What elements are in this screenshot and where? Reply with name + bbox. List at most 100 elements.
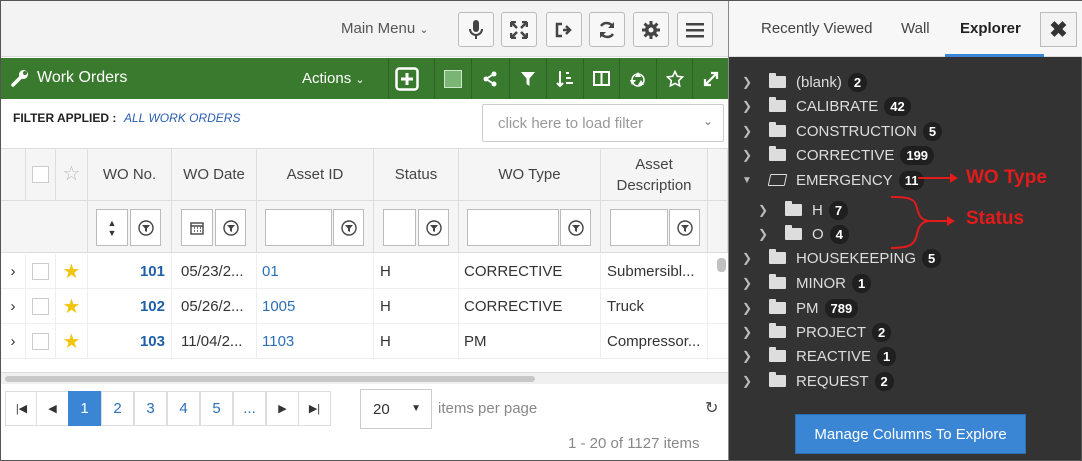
page-5-button[interactable]: 5 [200,391,233,426]
row-checkbox[interactable] [32,333,49,350]
page-3-button[interactable]: 3 [134,391,167,426]
first-page-button[interactable]: |◀ [5,391,38,426]
horizontal-scrollbar[interactable] [1,372,728,384]
refresh-button[interactable] [589,12,625,47]
tab-recently-viewed[interactable]: Recently Viewed [761,20,872,37]
hamburger-menu-button[interactable] [677,12,713,47]
color-toggle-button[interactable] [434,58,470,99]
actions-dropdown[interactable]: Actions ⌄ [302,70,365,87]
add-button[interactable] [388,58,424,99]
filter-operator-button[interactable] [418,209,449,246]
wo-number[interactable]: 102 [88,289,172,324]
fullscreen-button[interactable] [501,12,537,47]
asset-id-filter-input[interactable] [265,209,332,246]
star-filled-icon[interactable]: ★ [56,254,88,289]
close-panel-button[interactable]: ✖ [1040,12,1077,47]
tree-item-status-o[interactable]: ❯ O 4 [757,222,849,246]
expand-icon [703,71,718,86]
asset-description-filter-input[interactable] [610,209,668,246]
next-page-icon: ▶ [278,403,287,415]
table-row[interactable]: › ★ 103 11/04/2... 1103 H PM Compressor.… [1,324,728,359]
filter-button[interactable] [509,58,545,99]
tree-item-blank[interactable]: ❯ (blank) 2 [741,70,868,94]
tree-item-status-h[interactable]: ❯ H 7 [757,198,849,222]
wo-number[interactable]: 101 [88,254,172,289]
load-filter-dropdown[interactable]: click here to load filter ⌄ [482,104,724,142]
column-header-wo-date[interactable]: WO Date [172,148,257,201]
chevron-down-icon: ⌄ [419,24,429,36]
expand-row-chevron-icon[interactable]: › [1,324,26,359]
more-pages-button[interactable]: ... [233,391,266,426]
last-page-button[interactable]: ▶| [298,391,331,426]
filter-operator-button[interactable] [560,209,591,246]
manage-columns-button[interactable]: Manage Columns To Explore [795,414,1026,454]
filter-operator-button[interactable] [333,209,364,246]
tree-item-calibrate[interactable]: ❯ CALIBRATE 42 [741,94,911,118]
filter-operator-button[interactable] [669,209,700,246]
tab-explorer[interactable]: Explorer [960,20,1021,37]
recycle-button[interactable] [619,58,655,99]
row-checkbox[interactable] [32,263,49,280]
page-4-button[interactable]: 4 [167,391,200,426]
items-per-page-select[interactable]: 20 ▼ [360,389,432,429]
vertical-scrollbar[interactable] [717,258,726,272]
asset-id-link[interactable]: 1103 [257,324,374,359]
main-menu-dropdown[interactable]: Main Menu ⌄ [341,20,429,37]
refresh-icon [599,21,615,38]
tree-item-label: CONSTRUCTION [796,122,917,140]
tree-item-project[interactable]: ❯ PROJECT 2 [741,320,892,344]
wo-type-filter-input[interactable] [467,209,559,246]
row-checkbox[interactable] [32,298,49,315]
grid-refresh-icon[interactable]: ↻ [705,398,718,418]
settings-button[interactable] [633,12,669,47]
column-header-asset-id[interactable]: Asset ID [257,148,374,201]
row-checkbox-cell[interactable] [26,254,56,289]
column-header-asset-description[interactable]: Asset Description [601,148,708,201]
column-header-wo-type[interactable]: WO Type [459,148,601,201]
table-row[interactable]: › ★ 101 05/23/2... 01 H CORRECTIVE Subme… [1,254,728,289]
table-row[interactable]: › ★ 102 05/26/2... 1005 H CORRECTIVE Tru… [1,289,728,324]
tree-item-label: REACTIVE [796,347,872,365]
column-header-wo-no[interactable]: WO No. [88,148,172,201]
row-checkbox-cell[interactable] [26,289,56,324]
select-all-checkbox[interactable] [32,166,49,183]
filter-operator-button[interactable] [130,209,161,246]
status-filter-input[interactable] [383,209,416,246]
select-all-header[interactable] [26,148,56,201]
filter-operator-button[interactable] [215,209,246,246]
sort-button[interactable] [546,58,582,99]
share-button[interactable] [471,58,507,99]
wo-number[interactable]: 103 [88,324,172,359]
expand-row-chevron-icon[interactable]: › [1,254,26,289]
page-1-button[interactable]: 1 [68,391,101,426]
filter-circle-icon [425,219,442,236]
column-header-status[interactable]: Status [374,148,459,201]
expand-row-chevron-icon[interactable]: › [1,289,26,324]
tree-item-construction[interactable]: ❯ CONSTRUCTION 5 [741,119,943,143]
tree-item-minor[interactable]: ❯ MINOR 1 [741,271,872,295]
tree-item-emergency[interactable]: ▼ EMERGENCY 11 [741,168,925,192]
next-page-button[interactable]: ▶ [266,391,299,426]
star-filled-icon[interactable]: ★ [56,324,88,359]
sign-out-button[interactable] [546,12,582,47]
tree-item-corrective[interactable]: ❯ CORRECTIVE 199 [741,143,935,167]
wo-no-stepper[interactable]: ▲ ▼ [96,209,128,246]
filter-applied-value[interactable]: ALL WORK ORDERS [124,111,240,125]
asset-id-link[interactable]: 1005 [257,289,374,324]
tree-item-reactive[interactable]: ❯ REACTIVE 1 [741,344,897,368]
microphone-button[interactable] [458,12,494,47]
prev-page-button[interactable]: ◀ [36,391,69,426]
expand-button[interactable] [692,58,728,99]
row-checkbox-cell[interactable] [26,324,56,359]
chevron-right-icon: ❯ [741,124,753,138]
asset-id-link[interactable]: 01 [257,254,374,289]
tab-wall[interactable]: Wall [901,20,930,37]
date-picker-button[interactable] [181,209,213,246]
scrollbar-thumb[interactable] [5,376,535,382]
tree-item-request[interactable]: ❯ REQUEST 2 [741,369,894,393]
favorite-button[interactable] [656,58,692,99]
star-filled-icon[interactable]: ★ [56,289,88,324]
columns-button[interactable] [583,58,619,99]
tree-item-pm[interactable]: ❯ PM 789 [741,296,859,320]
page-2-button[interactable]: 2 [101,391,134,426]
